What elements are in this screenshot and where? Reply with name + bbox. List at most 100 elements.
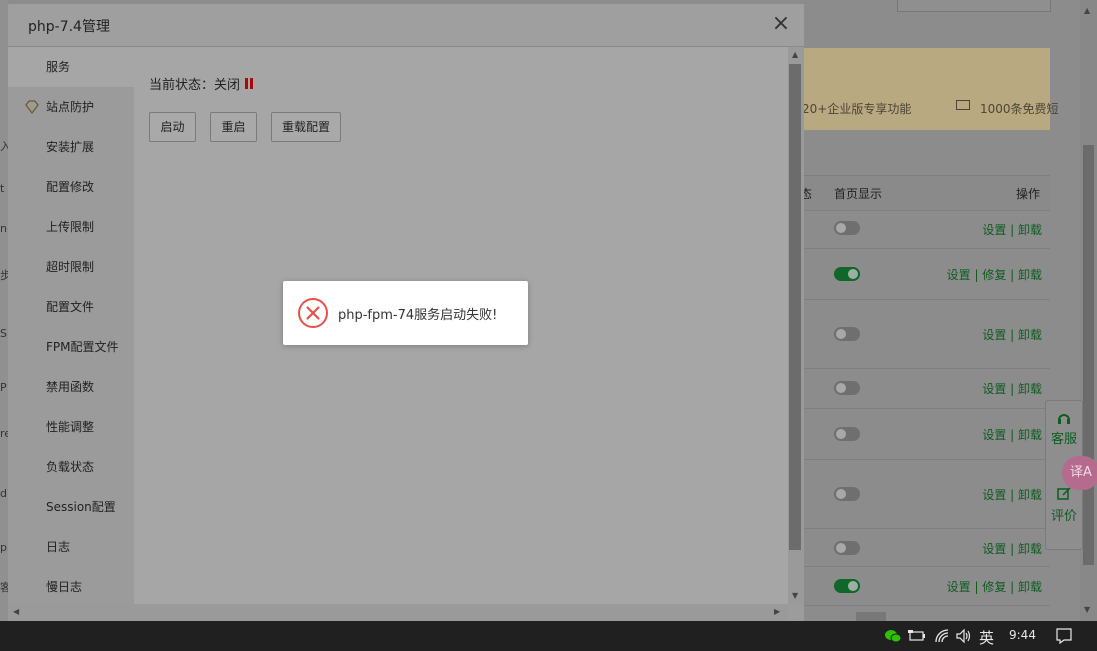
nav-label: 服务 [46, 60, 71, 74]
nav-site-protection[interactable]: 站点防护 [8, 87, 134, 127]
row-actions[interactable]: 设置 | 卸载 [982, 426, 1042, 443]
row-actions[interactable]: 设置 | 修复 | 卸载 [947, 578, 1042, 595]
toast-message: php-fpm-74服务启动失败! [338, 308, 498, 323]
nav-label: 超时限制 [46, 260, 95, 274]
customer-service-label[interactable]: 客服 [1046, 432, 1082, 447]
error-circle-icon [298, 298, 328, 328]
edit-icon [1057, 487, 1071, 500]
nav-label: 上传限制 [46, 220, 95, 234]
banner-sms-text: 1000条免费短 [980, 102, 1059, 116]
nav-label: 禁用函数 [46, 380, 95, 394]
mail-icon [956, 100, 970, 110]
row-actions[interactable]: 设置 | 修复 | 卸载 [947, 266, 1042, 283]
modal-sidebar: 服务 站点防护 安装扩展 配置修改 上传限制 超时限制 配置文件 FPM配置文件… [8, 47, 142, 607]
nav-slow-log[interactable]: 慢日志 [8, 567, 134, 607]
reload-config-button[interactable]: 重载配置 [271, 112, 341, 142]
nav-config-file[interactable]: 配置文件 [8, 287, 134, 327]
nav-fpm-config-file[interactable]: FPM配置文件 [8, 327, 134, 367]
service-status: 当前状态：关闭 [149, 74, 254, 93]
background-promo-banner: 20+企业版专享功能 1000条免费短 [790, 48, 1059, 130]
scroll-right-arrow[interactable]: ▶ [774, 607, 780, 616]
translate-button[interactable]: 译A [1062, 456, 1097, 490]
battery-icon[interactable] [908, 630, 926, 642]
row-actions[interactable]: 设置 | 卸载 [982, 326, 1042, 343]
volume-icon[interactable] [956, 629, 972, 643]
modal-scrollbar-thumb[interactable] [789, 64, 801, 550]
scroll-left-arrow[interactable]: ◀ [13, 607, 19, 616]
background-left-edge [0, 0, 8, 621]
table-row: 设置 | 卸载 [790, 529, 1050, 567]
background-table-header: 态 首页显示 操作 [790, 175, 1050, 211]
nav-disabled-functions[interactable]: 禁用函数 [8, 367, 134, 407]
status-value: 关闭 [214, 78, 241, 93]
table-row: 设置 | 修复 | 卸载 [790, 249, 1050, 300]
nav-load-status[interactable]: 负载状态 [8, 447, 134, 487]
restart-button[interactable]: 重启 [210, 112, 257, 142]
nav-label: FPM配置文件 [46, 340, 119, 354]
scroll-down-arrow[interactable]: ▼ [1084, 605, 1090, 614]
home-display-toggle[interactable] [834, 487, 860, 501]
nav-label: 配置文件 [46, 300, 95, 314]
nav-label: 慢日志 [46, 580, 83, 594]
nav-install-extensions[interactable]: 安装扩展 [8, 127, 134, 167]
clock[interactable]: 9:44 [1009, 628, 1036, 642]
scroll-up-arrow[interactable]: ▲ [1084, 6, 1090, 15]
nav-upload-limit[interactable]: 上传限制 [8, 207, 134, 247]
home-display-toggle[interactable] [834, 221, 860, 235]
background-search-box [897, 0, 1051, 12]
left-edge-char: S [0, 327, 7, 340]
taskbar: 英 9:44 [0, 621, 1097, 651]
row-actions[interactable]: 设置 | 卸载 [982, 380, 1042, 397]
nav-label: 安装扩展 [46, 140, 95, 154]
wechat-icon[interactable] [884, 629, 902, 643]
left-edge-char: p [0, 541, 7, 554]
error-toast: php-fpm-74服务启动失败! [283, 281, 528, 345]
nav-config-modify[interactable]: 配置修改 [8, 167, 134, 207]
ime-indicator[interactable]: 英 [979, 627, 994, 648]
header-actions: 操作 [1015, 187, 1040, 201]
close-icon[interactable]: × [770, 13, 792, 35]
header-home-display: 首页显示 [834, 187, 883, 201]
table-row: 设置 | 卸载 [790, 460, 1050, 529]
headset-icon [1058, 414, 1070, 424]
nav-label: 配置修改 [46, 180, 95, 194]
table-row: 设置 | 卸载 [790, 409, 1050, 460]
table-row: 设置 | 卸载 [790, 209, 1050, 249]
diamond-icon [25, 100, 39, 114]
row-actions[interactable]: 设置 | 卸载 [982, 540, 1042, 557]
nav-timeout-limit[interactable]: 超时限制 [8, 247, 134, 287]
nav-session-config[interactable]: Session配置 [8, 487, 134, 527]
home-display-toggle[interactable] [834, 267, 860, 281]
modal-title: php-7.4管理 [28, 19, 110, 35]
home-display-toggle[interactable] [834, 327, 860, 341]
home-display-toggle[interactable] [834, 427, 860, 441]
row-actions[interactable]: 设置 | 卸载 [982, 221, 1042, 238]
nav-label: Session配置 [46, 500, 116, 514]
nav-performance-tuning[interactable]: 性能调整 [8, 407, 134, 447]
left-edge-char: P [0, 381, 7, 394]
home-display-toggle[interactable] [834, 381, 860, 395]
table-row: 设置 | 卸载 [790, 369, 1050, 409]
notification-icon[interactable] [1056, 628, 1072, 644]
modal-vertical-scrollbar[interactable]: ▲ ▼ [788, 47, 804, 604]
pause-icon [245, 78, 254, 90]
pagination [856, 612, 886, 621]
modal-horizontal-scrollbar[interactable]: ◀ ▶ [8, 604, 788, 621]
banner-feature-text: 20+企业版专享功能 [802, 102, 912, 116]
scroll-down-arrow[interactable]: ▼ [792, 591, 798, 600]
scroll-up-arrow[interactable]: ▲ [792, 50, 798, 59]
nav-label: 负载状态 [46, 460, 95, 474]
status-label: 当前状态： [149, 78, 215, 93]
nav-label: 性能调整 [46, 420, 95, 434]
nav-label: 日志 [46, 540, 71, 554]
home-display-toggle[interactable] [834, 541, 860, 555]
wifi-icon[interactable] [935, 629, 951, 643]
nav-service[interactable]: 服务 [8, 47, 142, 87]
left-edge-char: t [0, 182, 5, 195]
row-actions[interactable]: 设置 | 卸载 [982, 486, 1042, 503]
page-scrollbar-thumb[interactable] [1083, 145, 1094, 565]
review-label[interactable]: 评价 [1046, 509, 1082, 524]
home-display-toggle[interactable] [834, 579, 860, 593]
start-button[interactable]: 启动 [149, 112, 196, 142]
nav-log[interactable]: 日志 [8, 527, 134, 567]
